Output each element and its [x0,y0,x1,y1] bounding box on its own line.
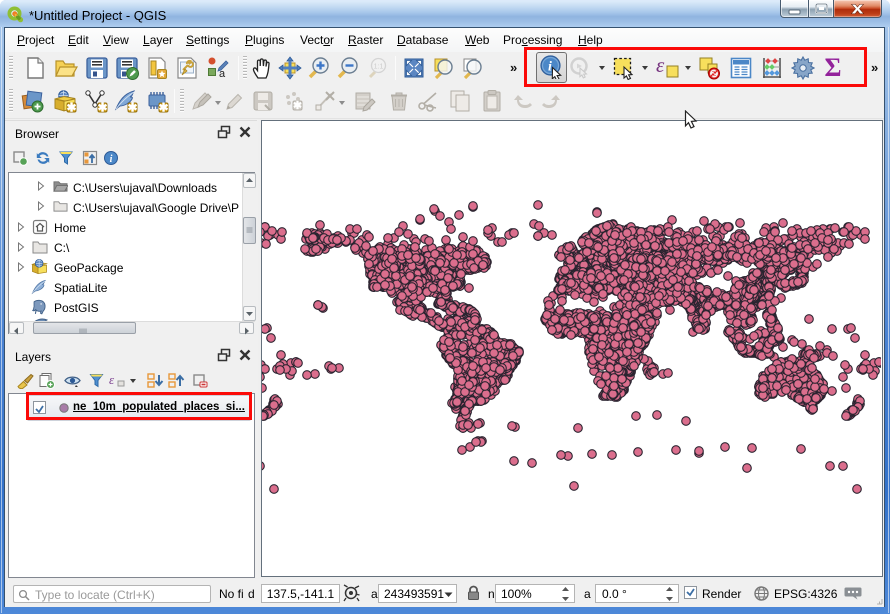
svg-text:✱: ✱ [158,101,168,114]
svg-text:✱: ✱ [127,101,137,114]
svg-text:1:1: 1:1 [374,64,384,71]
svg-text:i: i [110,154,113,165]
svg-text:✱: ✱ [97,101,107,114]
svg-text:ε: ε [109,372,115,387]
svg-text:✱: ✱ [293,100,302,112]
svg-text:a: a [219,68,226,80]
svg-text:✱: ✱ [66,101,76,114]
